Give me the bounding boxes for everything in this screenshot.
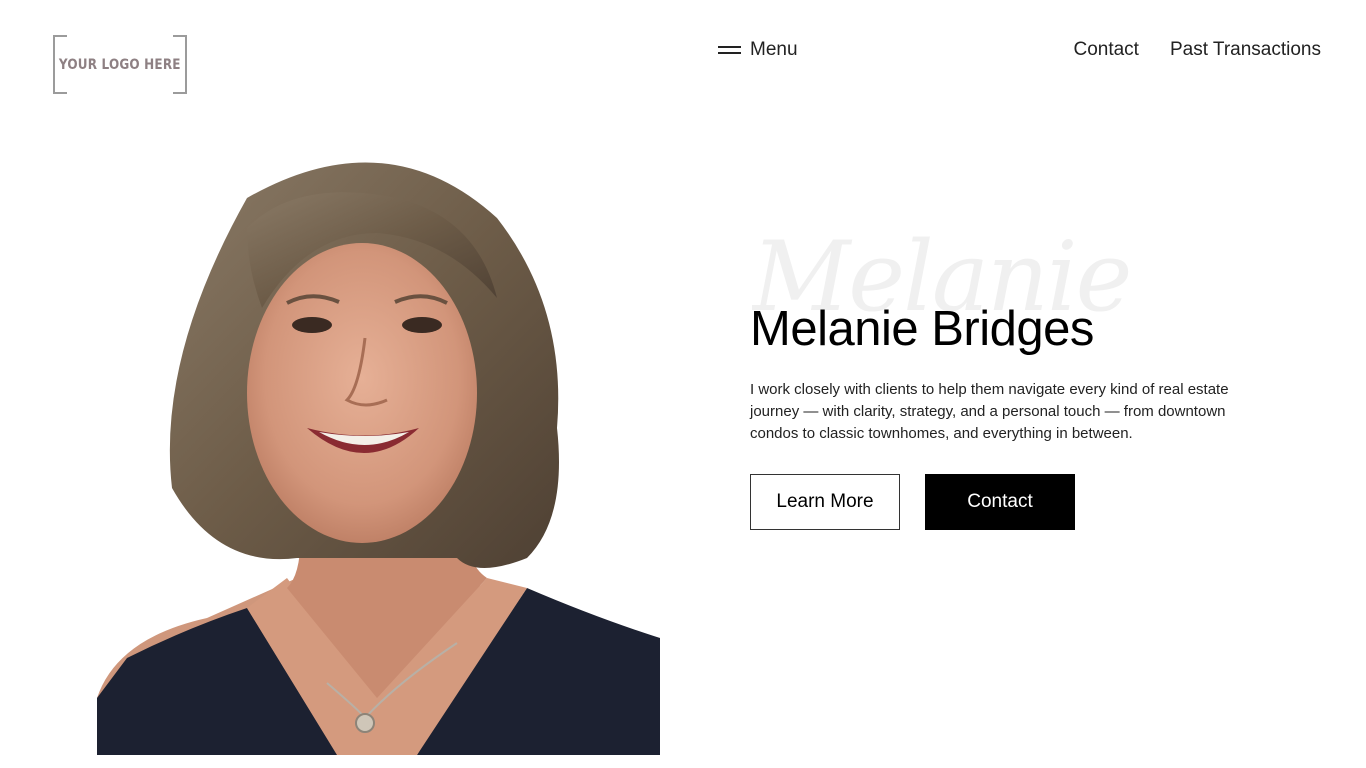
top-nav: Contact Past Transactions: [1073, 37, 1321, 63]
hamburger-icon: [718, 45, 741, 55]
learn-more-button[interactable]: Learn More: [750, 474, 900, 530]
nav-link-past-transactions[interactable]: Past Transactions: [1170, 39, 1321, 61]
portrait-illustration: [97, 162, 660, 755]
site-logo[interactable]: YOUR LOGO HERE: [53, 35, 187, 94]
menu-label: Menu: [750, 39, 798, 60]
logo-bracket-right: [173, 35, 187, 94]
nav-link-contact[interactable]: Contact: [1073, 39, 1138, 61]
agent-description: I work closely with clients to help them…: [750, 381, 1229, 442]
menu-button[interactable]: Menu: [718, 37, 798, 63]
agent-name: Melanie Bridges: [750, 302, 1094, 356]
agent-portrait: [97, 138, 660, 755]
logo-text: YOUR LOGO HERE: [59, 56, 181, 73]
contact-button[interactable]: Contact: [925, 474, 1075, 530]
